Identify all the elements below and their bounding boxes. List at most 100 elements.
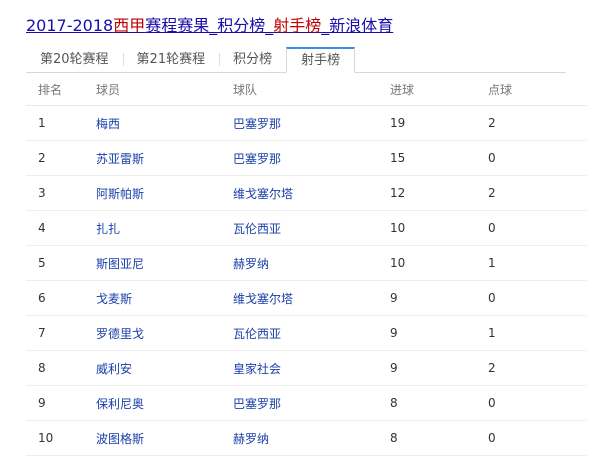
team-link[interactable]: 巴塞罗那 (233, 152, 281, 166)
cell-goals: 12 (389, 175, 487, 211)
player-link[interactable]: 戈麦斯 (96, 292, 132, 306)
cell-rank: 8 (26, 350, 95, 386)
cell-goals: 19 (389, 105, 487, 141)
cell-goals: 9 (389, 350, 487, 386)
cell-team: 瓦伦西亚 (232, 210, 389, 246)
cell-team: 巴塞罗那 (232, 105, 389, 141)
table-row: 4 扎扎 瓦伦西亚 10 0 (26, 210, 587, 246)
cell-rank: 4 (26, 210, 95, 246)
cell-team: 维戈塞尔塔 (232, 280, 389, 316)
cell-penalties: 0 (487, 140, 587, 176)
header-player: 球员 (95, 73, 232, 106)
page-title-link[interactable]: 2017-2018西甲赛程赛果_积分榜_射手榜_新浪体育 (26, 16, 393, 35)
header-goals: 进球 (389, 73, 487, 106)
cell-penalties: 2 (487, 350, 587, 386)
player-link[interactable]: 罗德里戈 (96, 327, 144, 341)
player-link[interactable]: 阿斯帕斯 (96, 187, 144, 201)
player-link[interactable]: 梅西 (96, 117, 120, 131)
title-part: 2017-2018 (26, 16, 114, 35)
cell-goals: 8 (389, 420, 487, 456)
cell-penalties: 0 (487, 420, 587, 456)
cell-rank: 5 (26, 245, 95, 281)
team-link[interactable]: 皇家社会 (233, 362, 281, 376)
cell-player: 保利尼奥 (95, 385, 232, 421)
title-part: 射手榜 (273, 16, 322, 35)
team-link[interactable]: 赫罗纳 (233, 432, 269, 446)
header-team: 球队 (232, 73, 389, 106)
cell-penalties: 1 (487, 315, 587, 351)
title-part: 赛程赛果_积分榜_ (145, 16, 274, 35)
tab-standings[interactable]: 积分榜 (219, 47, 286, 72)
cell-player: 戈麦斯 (95, 280, 232, 316)
team-link[interactable]: 维戈塞尔塔 (233, 292, 293, 306)
cell-goals: 9 (389, 315, 487, 351)
player-link[interactable]: 苏亚雷斯 (96, 152, 144, 166)
page: 2017-2018西甲赛程赛果_积分榜_射手榜_新浪体育 第20轮赛程 第21轮… (26, 14, 587, 456)
cell-team: 皇家社会 (232, 350, 389, 386)
cell-player: 苏亚雷斯 (95, 140, 232, 176)
cell-penalties: 0 (487, 385, 587, 421)
tab-top-scorers[interactable]: 射手榜 (286, 47, 356, 73)
cell-team: 巴塞罗那 (232, 140, 389, 176)
player-link[interactable]: 保利尼奥 (96, 397, 144, 411)
tab-round-21-schedule[interactable]: 第21轮赛程 (122, 47, 220, 72)
cell-rank: 7 (26, 315, 95, 351)
table-row: 10 波图格斯 赫罗纳 8 0 (26, 420, 587, 456)
header-penalties: 点球 (487, 73, 587, 106)
cell-rank: 1 (26, 105, 95, 141)
cell-rank: 3 (26, 175, 95, 211)
table-row: 3 阿斯帕斯 维戈塞尔塔 12 2 (26, 175, 587, 211)
cell-penalties: 0 (487, 280, 587, 316)
top-scorers-table: 排名 球员 球队 进球 点球 1 梅西 巴塞罗那 19 2 2 苏亚雷斯 巴塞罗那 15 0 3 阿斯… (26, 73, 587, 456)
cell-team: 巴塞罗那 (232, 385, 389, 421)
cell-goals: 10 (389, 245, 487, 281)
cell-rank: 6 (26, 280, 95, 316)
cell-penalties: 0 (487, 210, 587, 246)
cell-team: 维戈塞尔塔 (232, 175, 389, 211)
cell-goals: 10 (389, 210, 487, 246)
cell-team: 赫罗纳 (232, 420, 389, 456)
table-row: 7 罗德里戈 瓦伦西亚 9 1 (26, 315, 587, 351)
cell-player: 威利安 (95, 350, 232, 386)
table-row: 5 斯图亚尼 赫罗纳 10 1 (26, 245, 587, 281)
tab-round-20-schedule[interactable]: 第20轮赛程 (26, 47, 123, 72)
cell-player: 梅西 (95, 105, 232, 141)
table-row: 1 梅西 巴塞罗那 19 2 (26, 105, 587, 141)
table-row: 6 戈麦斯 维戈塞尔塔 9 0 (26, 280, 587, 316)
table-row: 9 保利尼奥 巴塞罗那 8 0 (26, 385, 587, 421)
cell-goals: 15 (389, 140, 487, 176)
cell-player: 罗德里戈 (95, 315, 232, 351)
cell-team: 赫罗纳 (232, 245, 389, 281)
team-link[interactable]: 瓦伦西亚 (233, 327, 281, 341)
cell-player: 阿斯帕斯 (95, 175, 232, 211)
team-link[interactable]: 巴塞罗那 (233, 397, 281, 411)
title-part: 西甲 (113, 16, 146, 35)
table-body: 1 梅西 巴塞罗那 19 2 2 苏亚雷斯 巴塞罗那 15 0 3 阿斯帕斯 维戈塞尔塔 12 2 4 扎扎 瓦伦… (26, 105, 587, 456)
player-link[interactable]: 斯图亚尼 (96, 257, 144, 271)
cell-player: 扎扎 (95, 210, 232, 246)
cell-rank: 10 (26, 420, 95, 456)
cell-team: 瓦伦西亚 (232, 315, 389, 351)
cell-goals: 9 (389, 280, 487, 316)
cell-player: 波图格斯 (95, 420, 232, 456)
cell-penalties: 2 (487, 105, 587, 141)
cell-rank: 9 (26, 385, 95, 421)
team-link[interactable]: 巴塞罗那 (233, 117, 281, 131)
cell-penalties: 1 (487, 245, 587, 281)
table-row: 8 威利安 皇家社会 9 2 (26, 350, 587, 386)
player-link[interactable]: 扎扎 (96, 222, 120, 236)
player-link[interactable]: 威利安 (96, 362, 132, 376)
page-title: 2017-2018西甲赛程赛果_积分榜_射手榜_新浪体育 (26, 14, 566, 38)
player-link[interactable]: 波图格斯 (96, 432, 144, 446)
cell-rank: 2 (26, 140, 95, 176)
cell-goals: 8 (389, 385, 487, 421)
table-header-row: 排名 球员 球队 进球 点球 (26, 73, 587, 106)
cell-player: 斯图亚尼 (95, 245, 232, 281)
title-part: _新浪体育 (321, 16, 394, 35)
header-rank: 排名 (26, 73, 95, 106)
team-link[interactable]: 赫罗纳 (233, 257, 269, 271)
tab-bar: 第20轮赛程 第21轮赛程 积分榜 射手榜 (26, 46, 566, 73)
cell-penalties: 2 (487, 175, 587, 211)
team-link[interactable]: 维戈塞尔塔 (233, 187, 293, 201)
team-link[interactable]: 瓦伦西亚 (233, 222, 281, 236)
